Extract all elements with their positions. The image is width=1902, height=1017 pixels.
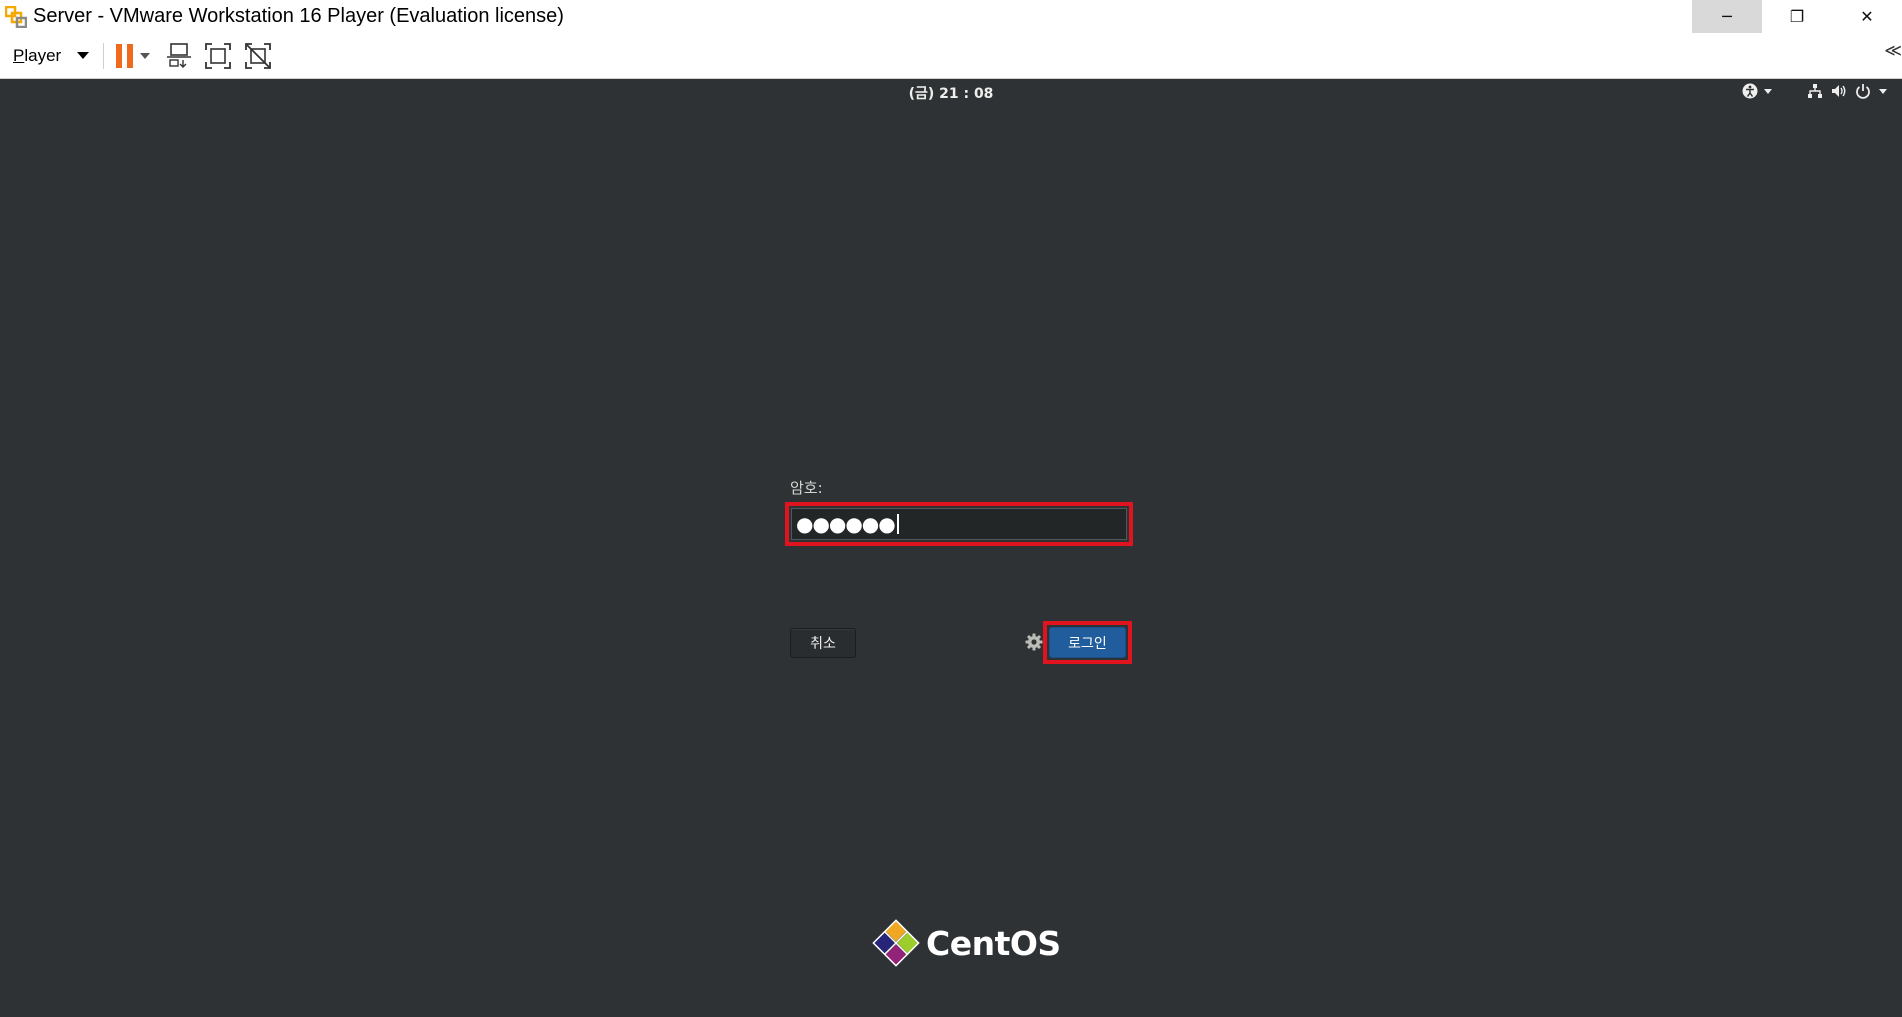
accessibility-menu[interactable] bbox=[1742, 83, 1772, 99]
clock[interactable]: (금) 21 : 08 bbox=[0, 83, 1902, 103]
full-screen-icon[interactable] bbox=[204, 41, 232, 71]
cancel-button[interactable]: 취소 bbox=[790, 628, 856, 658]
pause-dropdown-icon[interactable] bbox=[140, 52, 151, 59]
chevron-down-icon bbox=[1764, 88, 1772, 94]
password-input[interactable]: ●●●●●● bbox=[791, 508, 1127, 540]
close-button[interactable]: ✕ bbox=[1832, 0, 1902, 33]
player-menu-label: Player bbox=[13, 45, 62, 65]
password-label: 암호: bbox=[790, 479, 823, 497]
toolbar-separator bbox=[103, 42, 105, 69]
centos-emblem-icon bbox=[872, 919, 920, 967]
minimize-button[interactable]: ─ bbox=[1692, 0, 1762, 33]
vmware-logo-icon bbox=[3, 4, 29, 30]
centos-wordmark: CentOS bbox=[926, 923, 1061, 963]
player-toolbar: Player ≪ bbox=[0, 33, 1902, 79]
gear-icon[interactable] bbox=[1023, 630, 1045, 654]
chevron-down-icon bbox=[1879, 88, 1887, 94]
network-icon bbox=[1808, 84, 1822, 98]
window-controls: ─ ❐ ✕ bbox=[1692, 0, 1902, 33]
volume-icon bbox=[1832, 85, 1846, 97]
collapse-toolbar-icon[interactable]: ≪ bbox=[1884, 41, 1902, 61]
password-value: ●●●●●● bbox=[796, 512, 896, 536]
system-menu[interactable] bbox=[1807, 83, 1887, 99]
restore-button[interactable]: ❐ bbox=[1762, 0, 1832, 33]
gnome-top-bar: (금) 21 : 08 bbox=[0, 79, 1902, 105]
window-title: Server - VMware Workstation 16 Player (E… bbox=[33, 5, 564, 27]
window-titlebar: Server - VMware Workstation 16 Player (E… bbox=[0, 0, 1902, 33]
player-menu-button[interactable]: Player bbox=[13, 41, 90, 71]
login-button[interactable]: 로그인 bbox=[1049, 627, 1126, 658]
pause-icon[interactable] bbox=[114, 41, 136, 71]
send-ctrl-alt-del-icon[interactable] bbox=[166, 41, 192, 71]
chevron-down-icon bbox=[77, 52, 90, 59]
centos-logo: CentOS bbox=[872, 919, 1061, 967]
power-icon bbox=[1856, 84, 1870, 99]
unity-icon[interactable] bbox=[244, 41, 272, 71]
text-caret bbox=[896, 514, 899, 534]
guest-screen[interactable]: (금) 21 : 08 암호: ●●●●●● 취소 로그인 CentOS bbox=[0, 79, 1902, 1017]
accessibility-icon bbox=[1742, 83, 1758, 99]
